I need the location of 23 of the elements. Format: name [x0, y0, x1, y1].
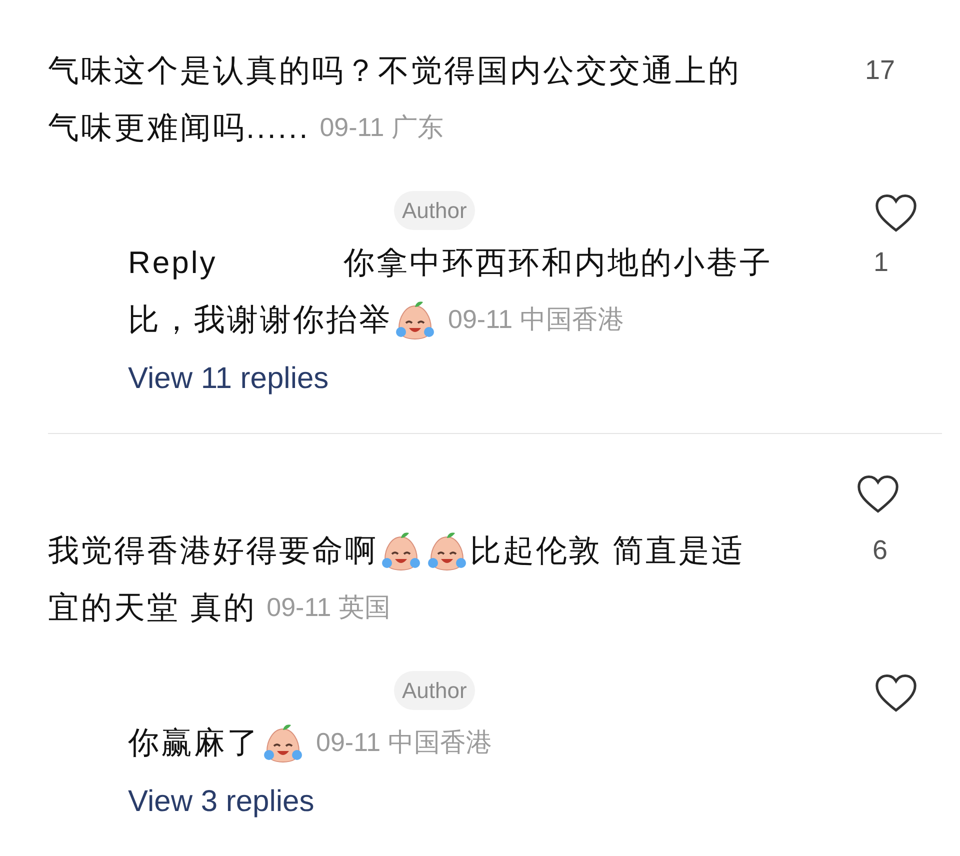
comment-meta: 09-11 广东 — [320, 111, 444, 144]
comment-text: 我觉得香港好得要命啊 — [48, 532, 378, 570]
heart-icon[interactable] — [856, 474, 900, 514]
author-badge: Author — [394, 670, 475, 710]
view-replies-link[interactable]: View 3 replies — [128, 779, 942, 824]
comment-text: 你拿中环西环和内地的小巷子 — [343, 244, 772, 282]
comment-meta: 09-11 中国香港 — [316, 726, 492, 759]
comment-text: 气味更难闻吗...... — [48, 109, 310, 147]
view-replies-link[interactable]: View 11 replies — [128, 356, 942, 401]
heart-icon[interactable] — [874, 193, 918, 233]
comment-text: 气味这个是认真的吗？不觉得国内公交交通上的 — [48, 52, 741, 90]
comment-meta: 09-11 中国香港 — [448, 303, 624, 336]
like-count: 1 — [873, 246, 889, 279]
like-count: 6 — [872, 534, 888, 567]
reply-label: Reply — [128, 244, 218, 282]
comment-text: 宜的天堂 真的 — [48, 589, 257, 627]
heart-icon[interactable] — [874, 673, 918, 713]
comment-text: 比起伦敦 简直是适 — [470, 532, 745, 570]
comment-text: 你赢麻了 — [128, 724, 260, 762]
author-badge: Author — [394, 190, 475, 230]
comment-meta: 09-11 英国 — [266, 591, 390, 624]
like-count: 17 — [864, 54, 896, 87]
comment-text: 比，我谢谢你抬举 — [128, 301, 392, 339]
